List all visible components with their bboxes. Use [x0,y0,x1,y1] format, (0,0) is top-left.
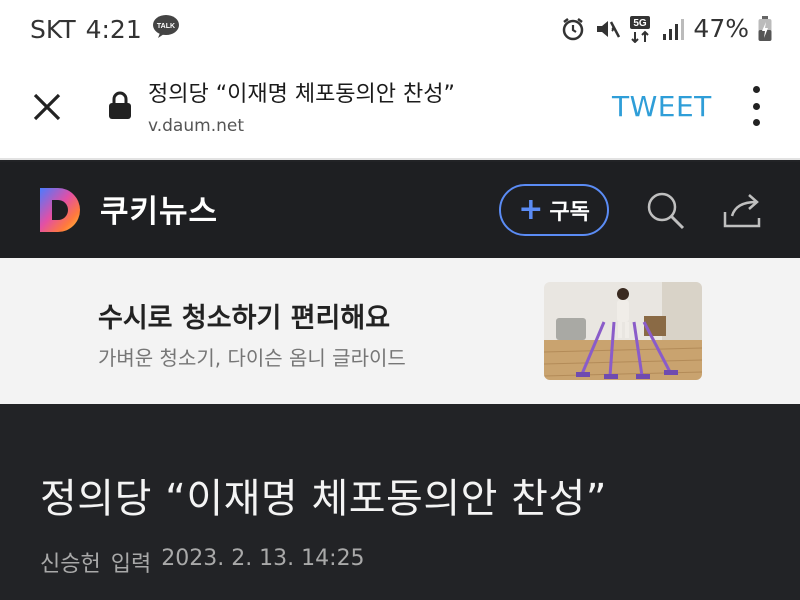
more-icon-dot [752,119,760,126]
clock: 4:21 [85,14,142,44]
carrier-label: SKT [30,14,76,44]
network-type-text: 5G [634,18,648,29]
search-button[interactable] [645,190,687,236]
article-byline: 신승헌 입력 2023. 2. 13. 14:25 [40,546,365,578]
input-label: 입력 [110,552,152,577]
plus-icon: + [518,192,544,227]
battery-percent: 47% [693,14,749,43]
signal-icon [662,17,685,41]
ad-headline: 수시로 청소하기 편리해요 [98,303,391,334]
more-options-button[interactable] [742,86,770,126]
tweet-button[interactable]: TWEET [612,90,712,123]
alarm-icon [561,17,585,41]
close-button[interactable] [22,82,72,132]
daum-logo-icon[interactable] [38,186,84,238]
status-left: SKT 4:21 TALK [30,14,180,44]
share-button[interactable] [722,190,764,234]
page-url: v.daum.net [148,116,244,136]
close-icon [33,93,61,121]
article-title: 정의당 “이재명 체포동의안 찬성” [40,476,607,522]
talk-icon: TALK [152,14,180,44]
publish-date: 2023. 2. 13. 14:25 [161,546,365,571]
more-icon-dot [752,102,760,110]
channel-header: 쿠키뉴스 + 구독 [0,162,800,258]
mute-icon [594,17,621,41]
network-5g-icon: 5G [629,15,653,43]
more-icon-dot [752,86,760,93]
ad-banner[interactable]: 수시로 청소하기 편리해요 가벼운 청소기, 다이슨 옴니 글라이드 [0,258,800,404]
battery-icon [758,15,772,42]
talk-badge-text: TALK [157,23,175,30]
in-app-browser-toolbar: 정의당 “이재명 체포동의안 찬성” v.daum.net TWEET [0,60,800,160]
lock-icon [108,90,132,124]
search-icon [647,192,685,230]
article-header: 정의당 “이재명 체포동의안 찬성” 신승헌 입력 2023. 2. 13. 1… [0,404,800,600]
ad-product-image [544,282,702,380]
ad-subline: 가벼운 청소기, 다이슨 옴니 글라이드 [98,346,406,370]
author-name[interactable]: 신승헌 [40,546,101,578]
status-right: 5G 47% [561,14,772,43]
share-icon [723,194,761,228]
channel-name[interactable]: 쿠키뉴스 [100,186,218,231]
subscribe-button[interactable]: + 구독 [499,184,609,236]
status-bar: SKT 4:21 TALK 5G 47% [0,0,800,60]
subscribe-label: 구독 [549,200,590,225]
page-title: 정의당 “이재명 체포동의안 찬성” [148,82,455,107]
